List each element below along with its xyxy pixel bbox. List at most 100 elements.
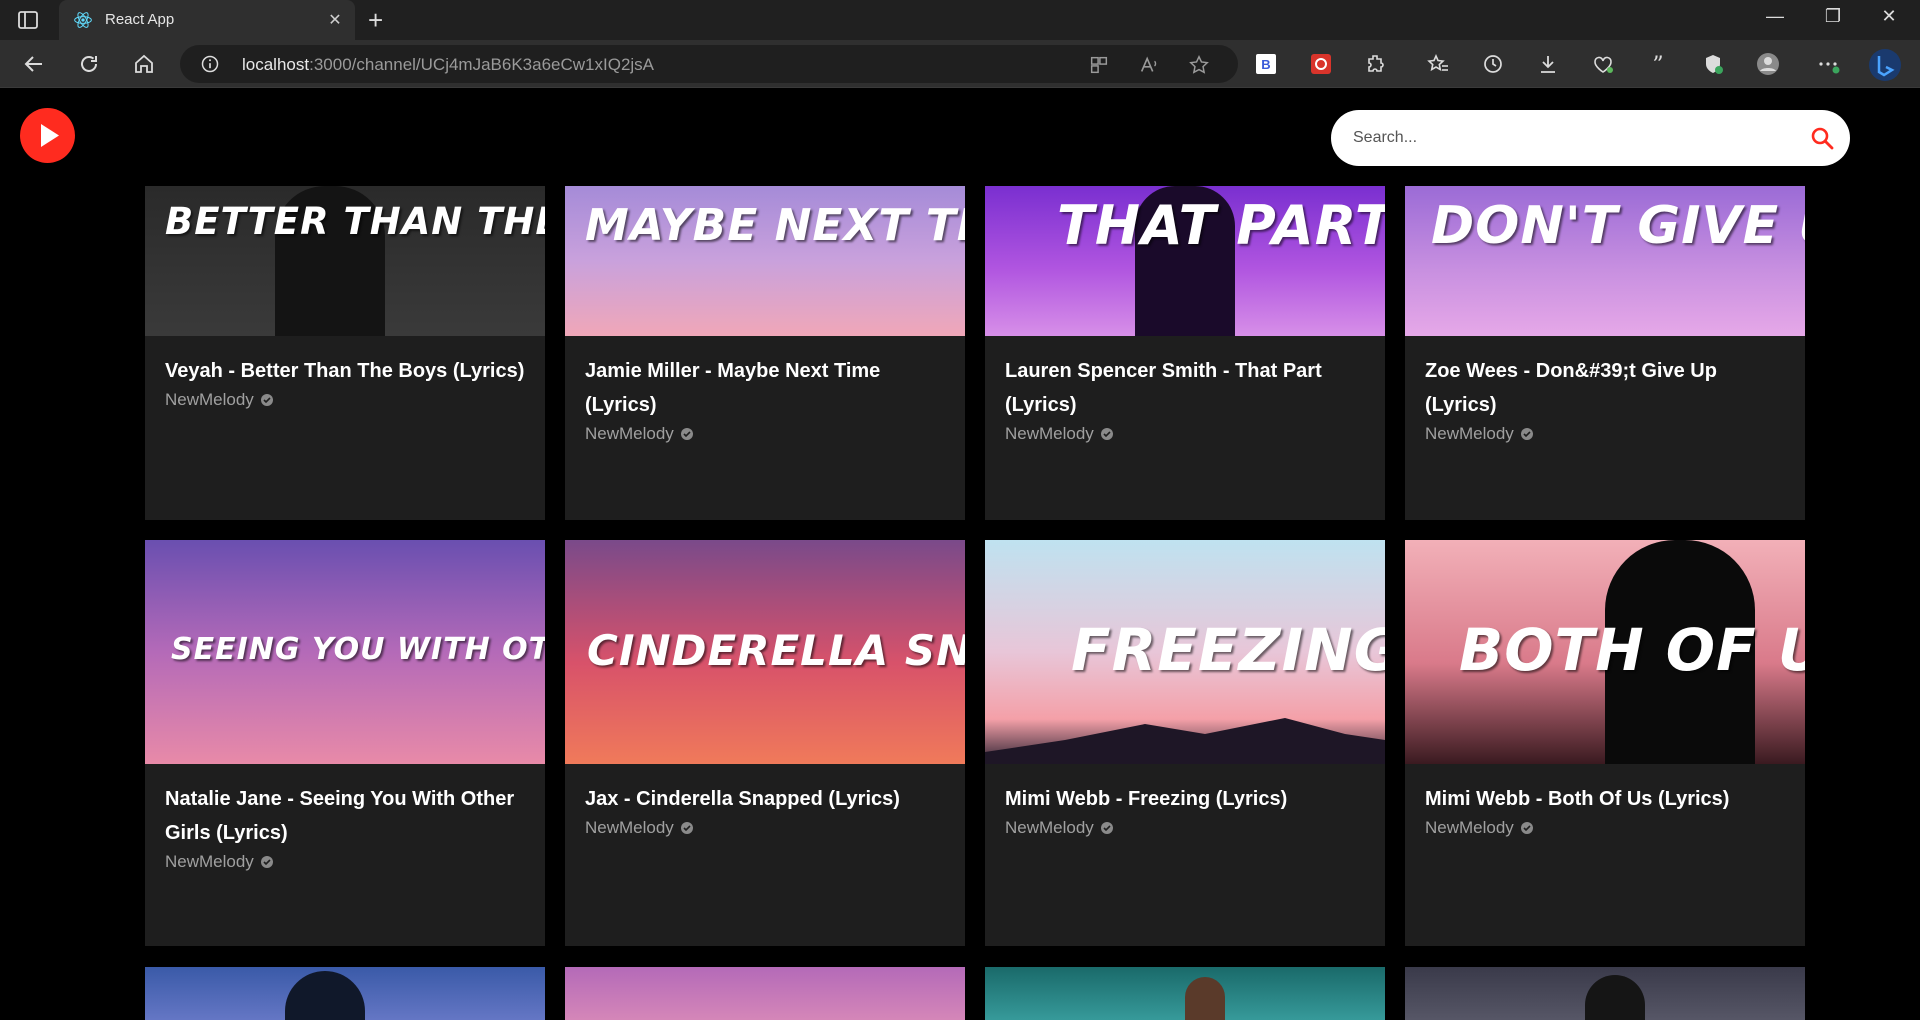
browser-tab[interactable]: React App ✕ — [59, 0, 355, 40]
verified-check-icon — [260, 394, 273, 406]
thumbnail-text: MAYBE NEXT TIM — [585, 200, 965, 251]
thumbnail-silhouette — [285, 971, 365, 1020]
app-page: BETTER THAN THE BOY Veyah - Better Than … — [0, 89, 1920, 1020]
channel-name-row[interactable]: NewMelody — [585, 818, 945, 838]
search-icon[interactable] — [1808, 124, 1836, 152]
history-icon[interactable] — [1481, 52, 1505, 76]
video-thumbnail[interactable]: SEEING YOU WITH OTHER GIRL — [145, 540, 545, 764]
restore-icon[interactable]: ❐ — [1810, 6, 1856, 27]
video-card[interactable] — [985, 967, 1385, 1020]
more-options-icon[interactable] — [1816, 52, 1840, 76]
quote-icon[interactable]: ” — [1646, 52, 1670, 76]
video-thumbnail[interactable]: THAT PART — [985, 186, 1385, 336]
favorite-star-icon[interactable] — [1188, 54, 1210, 76]
video-title[interactable]: Natalie Jane - Seeing You With Other Gir… — [165, 782, 525, 850]
verified-check-icon — [680, 822, 693, 834]
video-card[interactable]: CINDERELLA SNAPPE Jax - Cinderella Snapp… — [565, 540, 965, 946]
performance-heart-icon[interactable] — [1591, 52, 1615, 76]
downloads-icon[interactable] — [1536, 52, 1560, 76]
video-title[interactable]: Veyah - Better Than The Boys (Lyrics) — [165, 354, 525, 388]
video-title[interactable]: Zoe Wees - Don&#39;t Give Up (Lyrics) — [1425, 354, 1785, 422]
card-body: Jamie Miller - Maybe Next Time (Lyrics) … — [585, 354, 945, 444]
channel-name-row[interactable]: NewMelody — [1005, 818, 1365, 838]
video-card[interactable] — [145, 967, 545, 1020]
extension-red-icon[interactable] — [1309, 52, 1333, 76]
card-body: Mimi Webb - Both Of Us (Lyrics) NewMelod… — [1425, 782, 1785, 838]
video-card[interactable]: SEEING YOU WITH OTHER GIRL Natalie Jane … — [145, 540, 545, 946]
browser-tabbar: React App ✕ + — ❐ ✕ — [0, 0, 1920, 40]
video-title[interactable]: Lauren Spencer Smith - That Part (Lyrics… — [1005, 354, 1365, 422]
channel-name: NewMelody — [1005, 424, 1094, 443]
video-card[interactable]: MAYBE NEXT TIM Jamie Miller - Maybe Next… — [565, 186, 965, 520]
read-aloud-icon[interactable] — [1138, 54, 1160, 76]
minimize-icon[interactable]: — — [1752, 6, 1798, 27]
search-bar — [1331, 110, 1850, 166]
video-title[interactable]: Jamie Miller - Maybe Next Time (Lyrics) — [585, 354, 945, 422]
close-window-icon[interactable]: ✕ — [1866, 6, 1912, 27]
url-text[interactable]: localhost:3000/channel/UCj4mJaB6K3a6eCw1… — [242, 55, 654, 75]
verified-check-icon — [1520, 428, 1533, 440]
channel-name-row[interactable]: NewMelody — [1005, 424, 1365, 444]
svg-text:”: ” — [1652, 53, 1663, 76]
channel-name: NewMelody — [585, 818, 674, 837]
youtube-logo-icon[interactable] — [20, 108, 75, 163]
video-thumbnail[interactable]: MAYBE NEXT TIM — [565, 186, 965, 336]
video-title[interactable]: Mimi Webb - Both Of Us (Lyrics) — [1425, 782, 1785, 816]
card-body: Mimi Webb - Freezing (Lyrics) NewMelody — [1005, 782, 1365, 838]
video-card[interactable] — [1405, 967, 1805, 1020]
thumbnail-silhouette — [1185, 977, 1225, 1020]
card-body: Veyah - Better Than The Boys (Lyrics) Ne… — [165, 354, 525, 410]
video-thumbnail[interactable]: FREEZING — [985, 540, 1385, 764]
security-shield-icon[interactable] — [1701, 52, 1725, 76]
back-icon[interactable] — [22, 52, 46, 76]
thumbnail-silhouette — [1585, 975, 1645, 1020]
browser-toolbar: localhost:3000/channel/UCj4mJaB6K3a6eCw1… — [0, 40, 1920, 88]
extensions-puzzle-icon[interactable] — [1364, 52, 1388, 76]
thumbnail-text: THAT PART — [1057, 194, 1385, 257]
thumbnail-text: CINDERELLA SNAPPE — [587, 626, 965, 675]
channel-name-row[interactable]: NewMelody — [165, 390, 525, 410]
address-bar[interactable]: localhost:3000/channel/UCj4mJaB6K3a6eCw1… — [180, 45, 1238, 83]
copilot-icon[interactable] — [1868, 48, 1902, 82]
search-input[interactable] — [1353, 110, 1783, 166]
tab-close-icon[interactable]: ✕ — [325, 10, 345, 30]
channel-name-row[interactable]: NewMelody — [585, 424, 945, 444]
card-body: Lauren Spencer Smith - That Part (Lyrics… — [1005, 354, 1365, 444]
channel-name-row[interactable]: NewMelody — [165, 852, 525, 872]
video-thumbnail[interactable]: CINDERELLA SNAPPE — [565, 540, 965, 764]
url-path: :3000/channel/UCj4mJaB6K3a6eCw1xIQ2jsA — [309, 55, 655, 74]
channel-name: NewMelody — [585, 424, 674, 443]
channel-name-row[interactable]: NewMelody — [1425, 424, 1785, 444]
favorites-icon[interactable] — [1426, 52, 1450, 76]
site-info-icon[interactable] — [200, 54, 220, 74]
channel-name: NewMelody — [165, 390, 254, 409]
home-icon[interactable] — [132, 52, 156, 76]
card-body: Zoe Wees - Don&#39;t Give Up (Lyrics) Ne… — [1425, 354, 1785, 444]
card-body: Jax - Cinderella Snapped (Lyrics) NewMel… — [585, 782, 945, 838]
video-thumbnail[interactable]: BOTH OF US — [1405, 540, 1805, 764]
tab-title: React App — [105, 11, 175, 28]
channel-name-row[interactable]: NewMelody — [1425, 818, 1785, 838]
video-card[interactable]: BETTER THAN THE BOY Veyah - Better Than … — [145, 186, 545, 520]
video-card[interactable]: BOTH OF US Mimi Webb - Both Of Us (Lyric… — [1405, 540, 1805, 946]
extension-b-icon[interactable]: B — [1254, 52, 1278, 76]
video-card[interactable] — [565, 967, 965, 1020]
profile-avatar-icon[interactable] — [1756, 52, 1780, 76]
refresh-icon[interactable] — [77, 52, 101, 76]
thumbnail-text: BOTH OF US — [1459, 616, 1805, 684]
video-thumbnail[interactable]: DON'T GIVE UP — [1405, 186, 1805, 336]
url-host: localhost — [242, 55, 310, 74]
video-title[interactable]: Mimi Webb - Freezing (Lyrics) — [1005, 782, 1365, 816]
new-tab-icon[interactable]: + — [368, 6, 383, 34]
verified-check-icon — [260, 856, 273, 868]
video-card[interactable]: THAT PART Lauren Spencer Smith - That Pa… — [985, 186, 1385, 520]
video-title[interactable]: Jax - Cinderella Snapped (Lyrics) — [585, 782, 945, 816]
tab-actions-icon[interactable] — [16, 8, 40, 32]
svg-text:B: B — [1261, 57, 1270, 72]
thumbnail-text: BETTER THAN THE BOY — [165, 200, 545, 243]
video-thumbnail[interactable]: BETTER THAN THE BOY — [145, 186, 545, 336]
video-card[interactable]: DON'T GIVE UP Zoe Wees - Don&#39;t Give … — [1405, 186, 1805, 520]
thumbnail-text: SEEING YOU WITH OTHER GIRL — [171, 632, 545, 667]
app-available-icon[interactable] — [1088, 54, 1110, 76]
video-card[interactable]: FREEZING Mimi Webb - Freezing (Lyrics) N… — [985, 540, 1385, 946]
